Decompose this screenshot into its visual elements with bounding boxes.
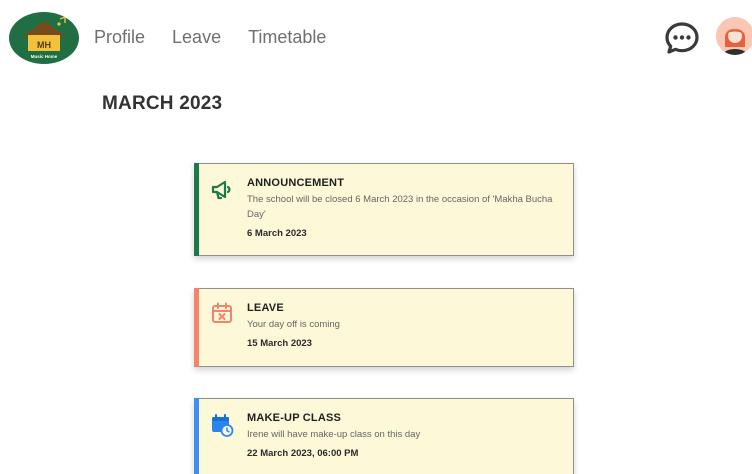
nav-item-leave[interactable]: Leave (172, 27, 221, 47)
card-date: 6 March 2023 (247, 228, 307, 239)
card-content: LEAVE Your day off is coming 15 March 20… (247, 302, 563, 349)
user-avatar[interactable] (716, 17, 752, 55)
page: MH Music Home Profile Leave Timetable MA… (0, 0, 752, 474)
card-accent-bar (194, 398, 199, 474)
chat-bubble-icon[interactable] (664, 20, 700, 61)
card-title: ANNOUNCEMENT (247, 177, 345, 189)
card-accent-bar (194, 288, 199, 367)
card-content: MAKE-UP CLASS Irene will have make-up cl… (247, 412, 563, 459)
card-date: 22 March 2023, 06:00 PM (247, 448, 359, 459)
card-accent-bar (194, 163, 199, 256)
card-title: LEAVE (247, 302, 284, 314)
card-text: Irene will have make-up class on this da… (247, 429, 421, 440)
notification-card-announcement[interactable]: ANNOUNCEMENT The school will be closed 6… (194, 163, 574, 256)
card-date: 15 March 2023 (247, 338, 312, 349)
calendar-clock-icon (210, 413, 234, 442)
page-title: MARCH 2023 (102, 93, 223, 114)
logo-text: Music Home (31, 54, 58, 59)
music-home-logo[interactable]: MH Music Home (9, 12, 79, 64)
notification-card-leave[interactable]: LEAVE Your day off is coming 15 March 20… (194, 288, 574, 367)
card-text: The school will be closed 6 March 2023 i… (247, 194, 553, 220)
main-nav: Profile Leave Timetable (94, 27, 353, 47)
card-content: ANNOUNCEMENT The school will be closed 6… (247, 177, 563, 239)
nav-item-timetable[interactable]: Timetable (248, 27, 326, 47)
megaphone-icon (210, 178, 234, 207)
nav-item-profile[interactable]: Profile (94, 27, 145, 47)
notification-card-makeup-class[interactable]: MAKE-UP CLASS Irene will have make-up cl… (194, 398, 574, 474)
card-title: MAKE-UP CLASS (247, 412, 342, 424)
calendar-cancel-icon (210, 301, 234, 330)
card-text: Your day off is coming (247, 319, 340, 330)
logo-initials: MH (37, 40, 51, 50)
